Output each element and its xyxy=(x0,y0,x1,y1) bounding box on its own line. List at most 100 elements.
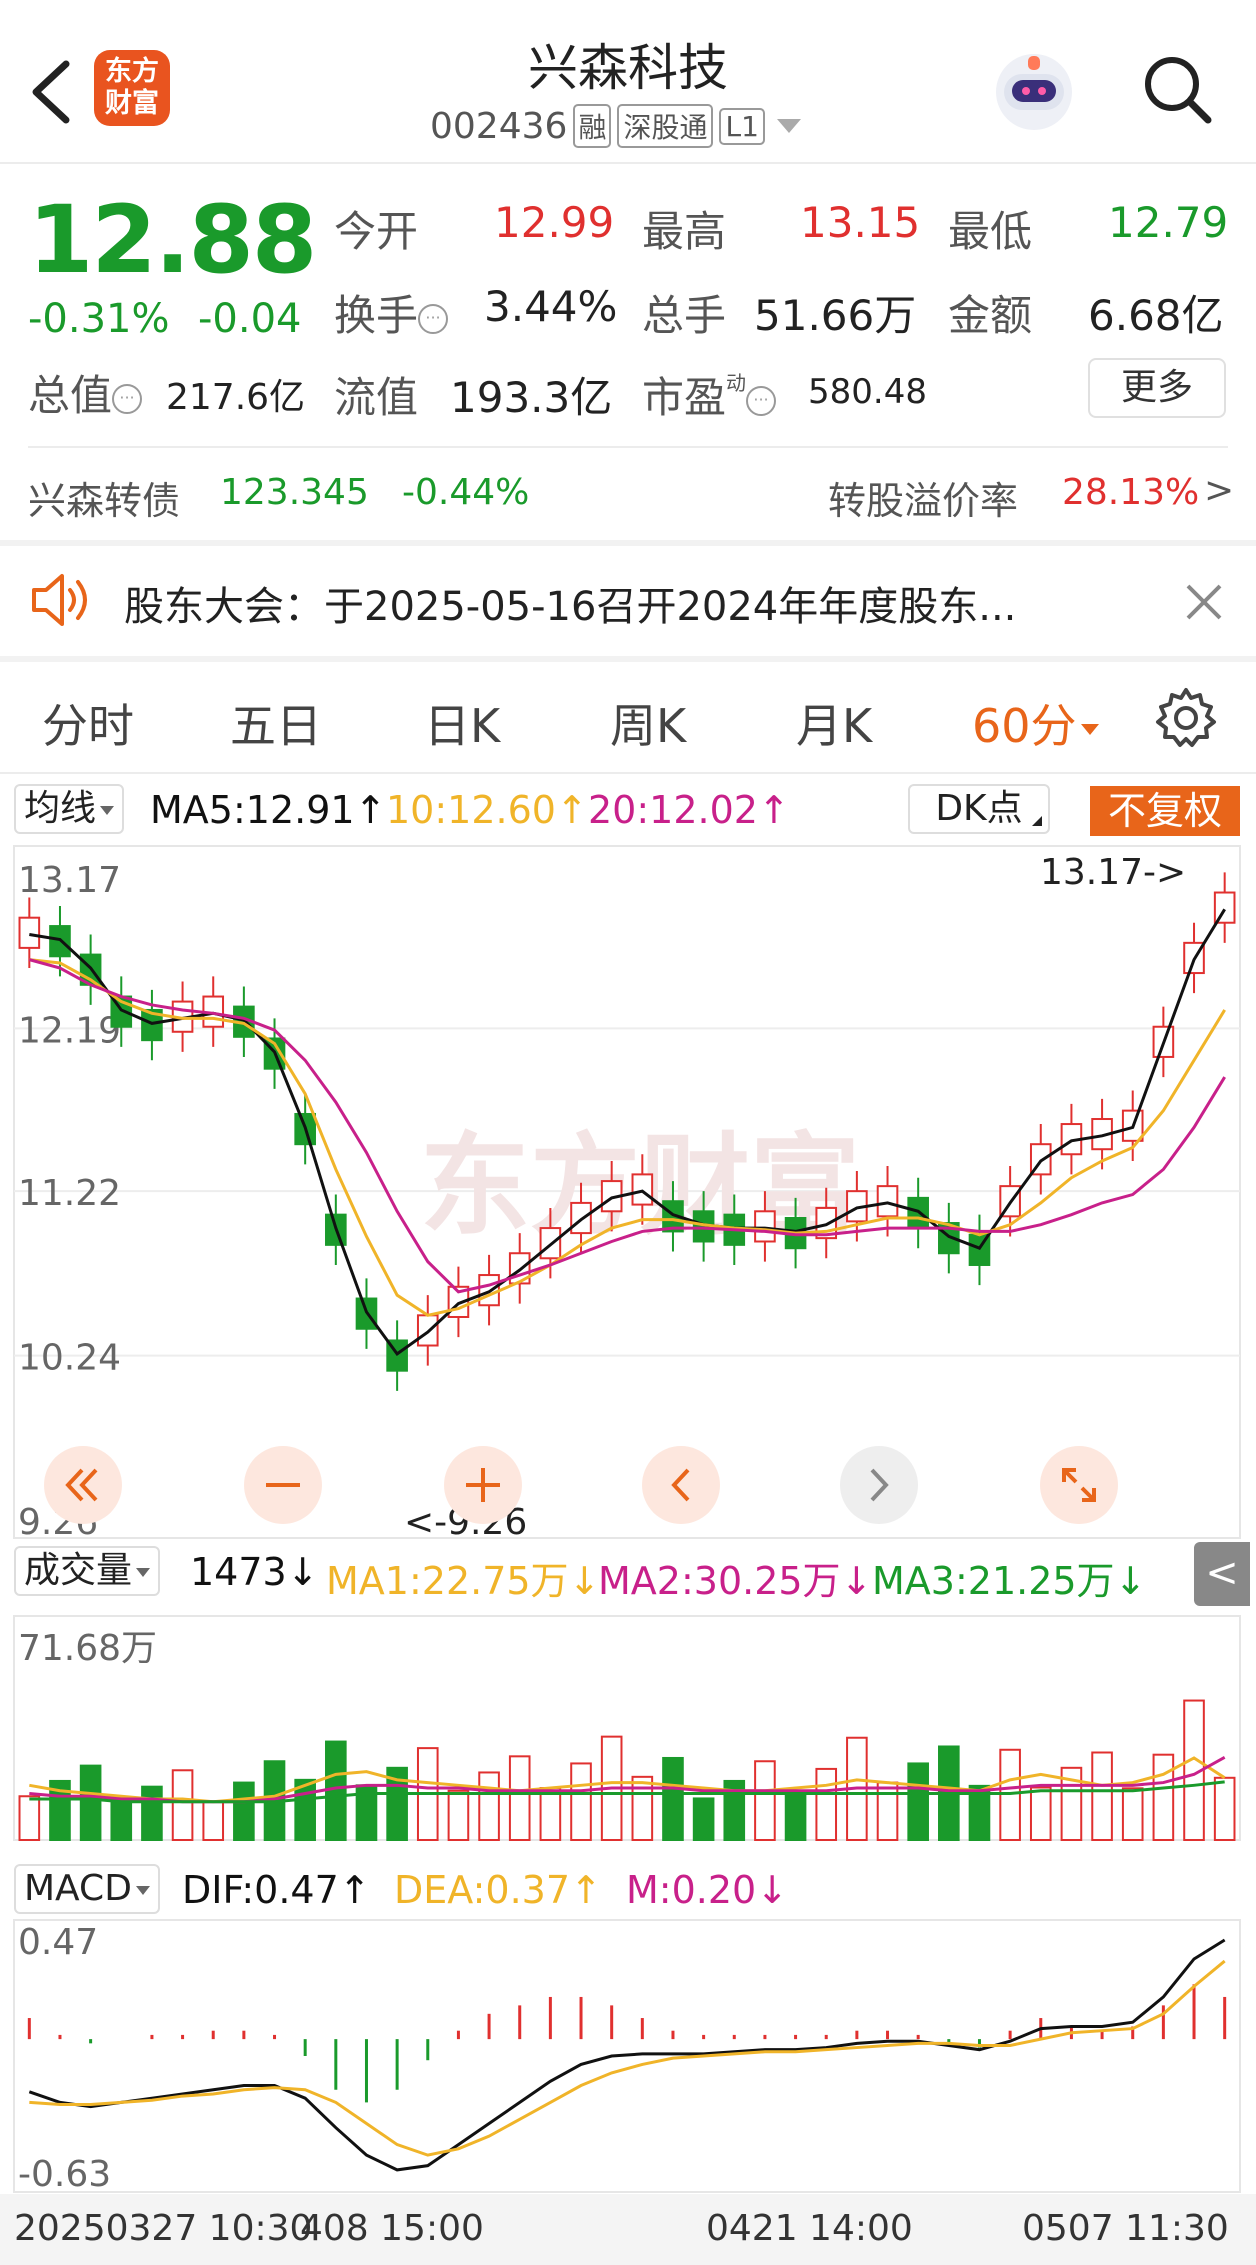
low-label: 最低 xyxy=(948,207,1033,256)
turnover-label: 换手 ··· xyxy=(334,282,449,343)
bond-name: 兴森转债 xyxy=(28,479,181,523)
tab-daily-k[interactable]: 日K xyxy=(424,690,500,756)
change-value: -0.04 xyxy=(198,296,302,342)
x-tick-label: 20250327 10:30 xyxy=(14,2208,312,2249)
macd-select[interactable]: MACD xyxy=(14,1864,160,1914)
tab-monthly-k[interactable]: 月K xyxy=(796,690,872,756)
y-tick-label: 71.68万 xyxy=(18,1628,157,1669)
zoom-in-button[interactable] xyxy=(444,1446,522,1524)
y-tick-label: 0.47 xyxy=(18,1922,98,1963)
bond-change: -0.44% xyxy=(402,472,530,513)
volume-grid: 71.68万 xyxy=(13,1615,1241,1841)
info-icon[interactable]: ··· xyxy=(746,385,777,416)
volume-bar xyxy=(447,1789,470,1841)
pe-value: 580.48 xyxy=(808,372,927,412)
turnover-value: 3.44% xyxy=(484,282,618,331)
robot-avatar[interactable] xyxy=(990,48,1078,136)
dropdown-icon xyxy=(135,1885,150,1895)
stock-code-row: 002436 融 深股通 L1 xyxy=(430,104,801,148)
dea-value: DEA:0.37↑ xyxy=(394,1868,602,1912)
dea-line xyxy=(29,1959,1226,2157)
more-button[interactable]: 更多 xyxy=(1088,358,1226,418)
volume-bar xyxy=(754,1760,776,1841)
volume-bars xyxy=(18,1699,1236,1841)
dropdown-icon xyxy=(100,805,115,815)
candle-body xyxy=(631,1173,654,1206)
collapse-panel-button[interactable]: < xyxy=(1194,1542,1250,1606)
volume-bar xyxy=(876,1781,899,1841)
high-label: 最高 xyxy=(642,207,727,256)
tab-60min[interactable]: 60分 xyxy=(972,690,1099,756)
volume-bar xyxy=(907,1762,929,1841)
search-button[interactable] xyxy=(1138,50,1218,130)
expand-icon xyxy=(1062,1468,1096,1502)
no-adjust-button[interactable]: 不复权 xyxy=(1090,786,1240,836)
scroll-left-fast-button[interactable] xyxy=(44,1446,122,1524)
ma-select[interactable]: 均线 xyxy=(14,784,125,834)
divider xyxy=(0,162,1256,164)
chevron-left-icon xyxy=(671,1468,690,1502)
volume-bar xyxy=(1029,1786,1052,1841)
volume-bar xyxy=(815,1767,838,1841)
bond-row[interactable]: 兴森转债 123.345 -0.44% 转股溢价率 28.13% > xyxy=(0,456,1256,536)
dk-button[interactable]: DK点 xyxy=(908,784,1050,834)
info-icon[interactable]: ··· xyxy=(418,303,449,334)
vol-ma1-value: MA1:22.75万↓ xyxy=(326,1559,601,1603)
volume-label: 总手 xyxy=(642,291,727,340)
scroll-left-button[interactable] xyxy=(642,1446,720,1524)
volume-bar xyxy=(784,1792,807,1841)
volume-bar xyxy=(478,1771,500,1841)
volume-frame xyxy=(13,1615,1241,1841)
tab-five-day[interactable]: 五日 xyxy=(230,690,322,756)
x-tick-label: 0507 11:30 xyxy=(1022,2208,1229,2249)
volume-value: 1473↓ xyxy=(190,1550,319,1594)
max-price-label: 13.17-> xyxy=(1040,852,1186,893)
search-icon xyxy=(1145,57,1212,124)
volume-bar xyxy=(1213,1776,1236,1841)
x-axis: 20250327 10:30408 15:00 0421 14:00 0507 11… xyxy=(0,2194,1256,2265)
chevron-right-icon: > xyxy=(1204,470,1235,511)
premium-value: 28.13% xyxy=(1062,472,1200,513)
dropdown-icon xyxy=(136,1567,151,1577)
amount-label: 金额 xyxy=(948,291,1033,340)
close-icon[interactable] xyxy=(1184,582,1224,622)
tab-intraday[interactable]: 分时 xyxy=(42,690,134,756)
ma20-value: 20:12.02↑ xyxy=(588,788,790,832)
volume-bar xyxy=(1121,1787,1144,1841)
scroll-right-button[interactable] xyxy=(840,1446,918,1524)
tab-weekly-k[interactable]: 周K xyxy=(610,690,686,756)
current-price: 12.88 xyxy=(28,186,317,295)
candle-body xyxy=(18,916,41,949)
y-tick-label: 13.17 xyxy=(18,860,121,901)
tag-margin: 融 xyxy=(573,104,612,148)
low-value: 12.79 xyxy=(1108,198,1229,247)
info-icon[interactable]: ··· xyxy=(112,383,143,414)
volume-bar xyxy=(1152,1753,1175,1841)
macd-histogram xyxy=(27,1984,1227,2103)
volume-select[interactable]: 成交量 xyxy=(14,1546,161,1596)
fullscreen-button[interactable] xyxy=(1040,1446,1118,1524)
dropdown-icon[interactable] xyxy=(776,119,801,133)
mktcap-label: 总值 ··· xyxy=(28,362,143,423)
volume-bar xyxy=(570,1762,592,1841)
mktcap-value: 217.6亿 xyxy=(166,377,306,418)
volume-bar xyxy=(1091,1751,1113,1841)
vol-ma2-value: MA2:30.25万↓ xyxy=(598,1559,873,1603)
candle-body xyxy=(754,1210,776,1243)
tag-connect: 深股通 xyxy=(617,104,714,148)
y-tick-label: 12.19 xyxy=(18,1010,121,1051)
y-tick-label: 10.24 xyxy=(18,1338,121,1379)
plus-icon xyxy=(466,1468,500,1502)
speaker-icon xyxy=(32,574,87,626)
divider xyxy=(0,772,1256,774)
volume-value: 51.66万 xyxy=(754,291,917,340)
change-pct: -0.31% xyxy=(28,296,170,342)
notice-bar[interactable]: 股东大会：于2025-05-16召开2024年年度股东... xyxy=(0,546,1256,656)
volume-bar xyxy=(631,1775,654,1841)
tag-level: L1 xyxy=(719,107,765,145)
settings-button[interactable] xyxy=(1154,686,1218,750)
section-gap xyxy=(0,656,1256,662)
pe-label: 市盈动··· xyxy=(642,364,777,425)
zoom-out-button[interactable] xyxy=(244,1446,322,1524)
stock-code: 002436 xyxy=(430,105,568,147)
